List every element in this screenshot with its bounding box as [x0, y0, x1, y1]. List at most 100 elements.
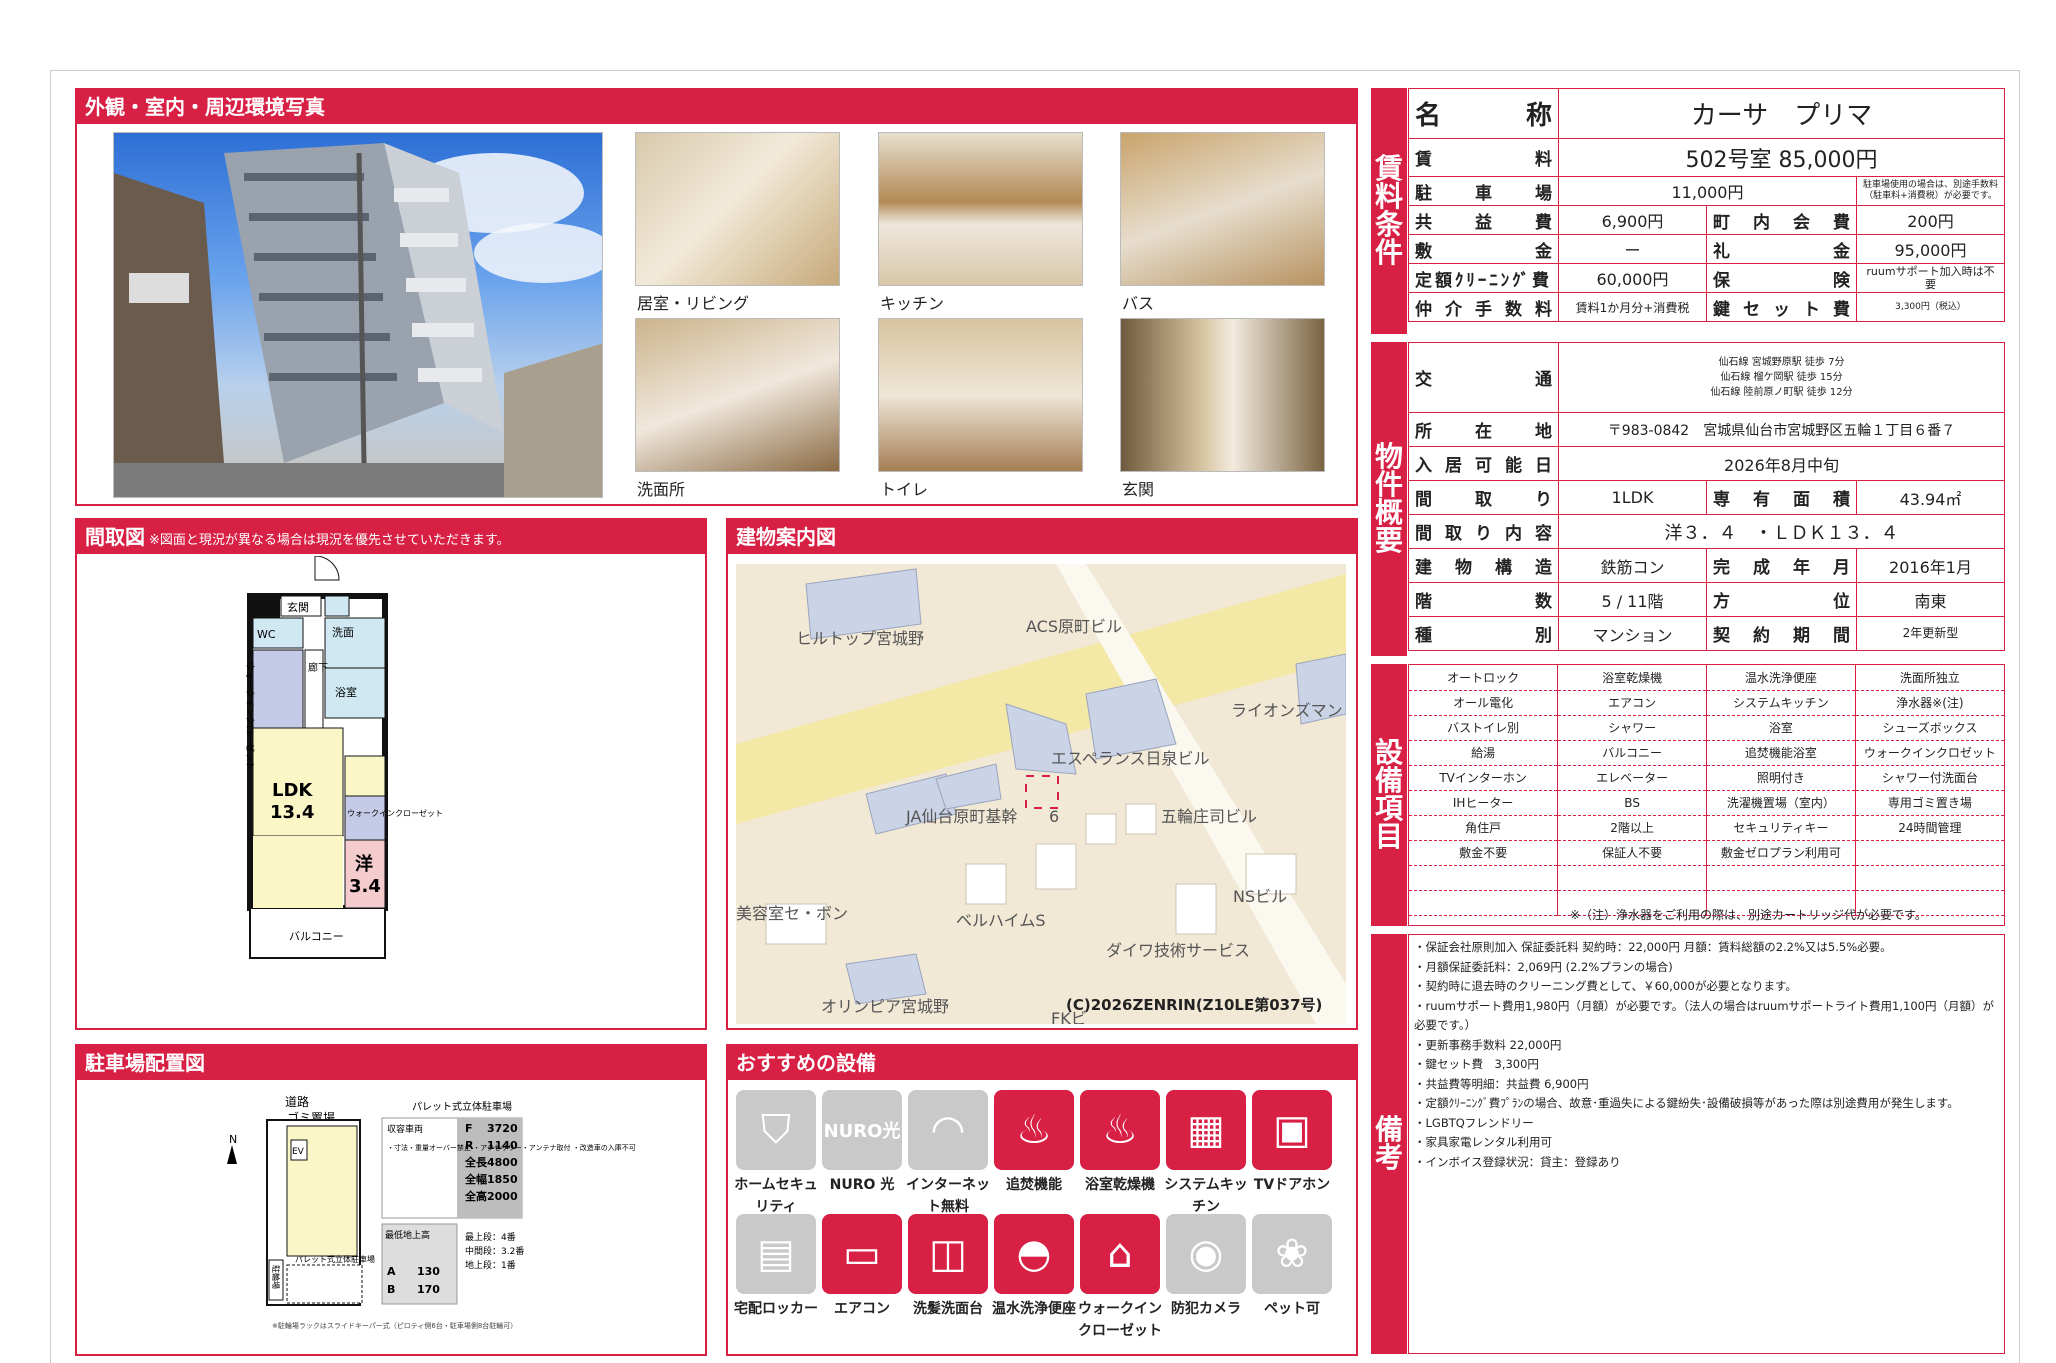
setsubi-cell: エアコン: [1557, 690, 1707, 716]
shield-icon: ⛉: [736, 1090, 816, 1170]
caption-living: 居室・リビング: [637, 294, 750, 313]
icon-glyph: ▭: [843, 1231, 881, 1277]
floorplan-section: 間取図 ※図面と現況が異なる場合は現況を優先させていただきます。 玄関 WC 洗面…: [75, 518, 707, 1030]
setsubi-row: TVインターホン エレベーター 照明付き シャワー付洗面台: [1409, 765, 2004, 791]
exterior-photo: [113, 132, 603, 498]
setsubi-side-label: 設備項目: [1371, 664, 1407, 926]
label-balcony: バルコニー: [289, 930, 344, 943]
photo-toilet: [878, 318, 1083, 472]
floorplan-note: ※図面と現況が異なる場合は現況を優先させていただきます。: [149, 533, 510, 548]
setsubi-cell: セキュリティキー: [1706, 815, 1856, 841]
nuro-icon: NURO光: [822, 1090, 902, 1170]
setsubi-cell: 2階以上: [1557, 815, 1707, 841]
icon-glyph: ⌂: [1107, 1231, 1133, 1277]
photos-title: 外観・室内・周辺環境写真: [77, 90, 1356, 124]
setsubi-row: IHヒーター BS 洗濯機置場（室内） 専用ゴミ置き場: [1409, 790, 2004, 816]
setsubi-row: 給湯 バルコニー 追焚機能浴室 ウォークインクロゼット: [1409, 740, 2004, 766]
setsubi-cell: ウォークインクロゼット: [1855, 740, 2004, 766]
label-wc: WC: [257, 628, 276, 641]
label-walkin1: ウォークインクローゼット: [244, 662, 256, 770]
icon-text: NURO光: [823, 1121, 901, 1142]
parking-footnote: ※駐輪場ラックはスライドキーパー式（ピロティ側6台・駐車場側8台駐輪可）: [272, 1321, 517, 1330]
parking-spec-key: F: [465, 1122, 473, 1135]
label-ldk-size: 13.4: [270, 802, 314, 823]
parking-spec-key: R: [465, 1139, 474, 1152]
bath-dryer-icon: ♨: [1080, 1090, 1160, 1170]
biko-item: ・ruumサポート費用1,980円（月額）が必要です。（法人の場合はruumサポ…: [1414, 998, 1994, 1033]
caption-kitchen: キッチン: [880, 294, 945, 313]
map-label-10: ダイワ技術サービス: [1106, 941, 1250, 960]
photo-living: [635, 132, 840, 286]
setsubi-row: オートロック 浴室乾燥機 温水洗浄便座 洗面所独立: [1409, 665, 2004, 691]
setsubi-cell: バストイレ別: [1409, 715, 1559, 741]
bukken-naiyo-key: 間取り内容: [1408, 514, 1559, 549]
map-label-7: NSビル: [1233, 887, 1287, 906]
biko-item: ・インボイス登録状況：貸主：登録あり: [1414, 1154, 1621, 1169]
label-walkin2: ウォークインクローゼット: [347, 808, 443, 818]
setsubi-cell: 洗面所独立: [1855, 665, 2004, 691]
parking-spec-value: 4800: [487, 1156, 518, 1169]
setsubi-cell: システムキッチン: [1706, 690, 1856, 716]
bukken-menseki-value: 43.94㎡: [1856, 480, 2005, 515]
bukken-nyukyo-key: 入居可能日: [1408, 446, 1559, 481]
map-label-4: JA仙台原町基幹: [905, 807, 1017, 826]
caption-bath: バス: [1122, 294, 1155, 313]
caption-toilet: トイレ: [880, 480, 929, 499]
map-label-2: ライオンズマン: [1231, 701, 1343, 720]
rent-rei-key: 礼金: [1706, 234, 1857, 264]
setsubi-cell: 敷金不要: [1409, 840, 1559, 866]
icon-glyph: ♨: [1102, 1107, 1138, 1153]
setsubi-cell: バルコニー: [1557, 740, 1707, 766]
osusume-label: 防犯カメラ: [1171, 1301, 1241, 1317]
bukken-keiyaku-value: 2年更新型: [1856, 616, 2005, 651]
icon-glyph: ◠: [930, 1107, 966, 1153]
setsubi-cell: 24時間管理: [1855, 815, 2004, 841]
rent-parking-key: 駐車場: [1408, 176, 1559, 206]
setsubi-row: オール電化 エアコン システムキッチン 浄水器※(注): [1409, 690, 2004, 716]
parking-section: 駐車場配置図 道路 ゴミ置場 N EV 駐輪場 パレット式立体駐車場 パレット式…: [75, 1044, 707, 1356]
setsubi-cell: シューズボックス: [1855, 715, 2004, 741]
rent-table: 名 称 カーサ プリマ 賃 料 502号室 85,000円 駐車場 11,000…: [1408, 88, 2005, 322]
rent-chonai-key: 町内会費: [1706, 205, 1857, 235]
setsubi-cell: 浴室乾燥機: [1557, 665, 1707, 691]
biko-side-label: 備考: [1371, 934, 1407, 1354]
rent-chinryo-key: 賃 料: [1408, 138, 1559, 177]
biko-item: ・定額ｸﾘｰﾆﾝｸﾞ費ﾌﾟﾗﾝの場合、故意･重過失による鍵紛失･設備破損等があっ…: [1414, 1096, 1959, 1110]
icon-glyph: ◉: [1188, 1231, 1224, 1277]
setsubi-cell: 温水洗浄便座: [1706, 665, 1856, 691]
setsubi-cell: オール電化: [1409, 690, 1559, 716]
icon-glyph: ▣: [1273, 1107, 1311, 1153]
photo-bath: [1120, 132, 1325, 286]
map-label-11: オリンピア宮城野: [821, 997, 949, 1016]
rent-kagi-key: 鍵セット費: [1706, 292, 1857, 322]
biko-item: ・月額保証委託料：2,069円 (2.2%プランの場合): [1414, 959, 1673, 974]
rent-chonai-value: 200円: [1856, 205, 2005, 235]
bukken-naiyo-value: 洋３．４ ・ＬＤＫ１３．４: [1558, 514, 2005, 549]
setsubi-cell: シャワー: [1557, 715, 1707, 741]
parking-min-title: 最低地上高: [385, 1229, 430, 1241]
bukken-kozo-key: 建物構造: [1408, 548, 1559, 583]
parking-spec-value: 2000: [487, 1190, 518, 1203]
bukken-kaisu-value: 5 / 11階: [1558, 582, 1707, 617]
map-label-8: 美容室セ・ボン: [736, 904, 848, 923]
bukken-kotsu-key: 交通: [1408, 342, 1559, 413]
setsubi-row: 角住戸 2階以上 セキュリティキー 24時間管理: [1409, 815, 2004, 841]
kitchen-icon: ▦: [1166, 1090, 1246, 1170]
bukken-shozai-key: 所在地: [1408, 412, 1559, 447]
icon-glyph: ▤: [757, 1231, 795, 1277]
label-you: 洋: [355, 853, 373, 875]
label-you-size: 3.4: [349, 876, 381, 897]
bukken-kansei-value: 2016年1月: [1856, 548, 2005, 583]
icon-glyph: ◫: [929, 1231, 967, 1277]
biko-item: ・LGBTQフレンドリー: [1414, 1115, 1534, 1130]
parking-level: 地上段：1番: [465, 1259, 516, 1271]
setsubi-cell: 保証人不要: [1557, 840, 1707, 866]
osusume-label: 追焚機能: [1006, 1177, 1062, 1193]
osusume-section: おすすめの設備 ⛉ ホームセキュリティ NURO光 NURO 光 ◠ インターネット無料 ♨…: [726, 1044, 1358, 1356]
rent-parking-value: 11,000円: [1558, 176, 1857, 206]
bukken-shubetsu-value: マンション: [1558, 616, 1707, 651]
setsubi-cell: 浄水器※(注): [1855, 690, 2004, 716]
bukken-table: 交通 仙石線 宮城野原駅 徒歩 7分 仙石線 榴ケ岡駅 徒歩 15分 仙石線 陸…: [1408, 342, 2005, 651]
bathtub-icon: ♨: [994, 1090, 1074, 1170]
setsubi-table: オートロック 浴室乾燥機 温水洗浄便座 洗面所独立 オール電化 エアコン システムキッチン浄…: [1409, 665, 2004, 916]
